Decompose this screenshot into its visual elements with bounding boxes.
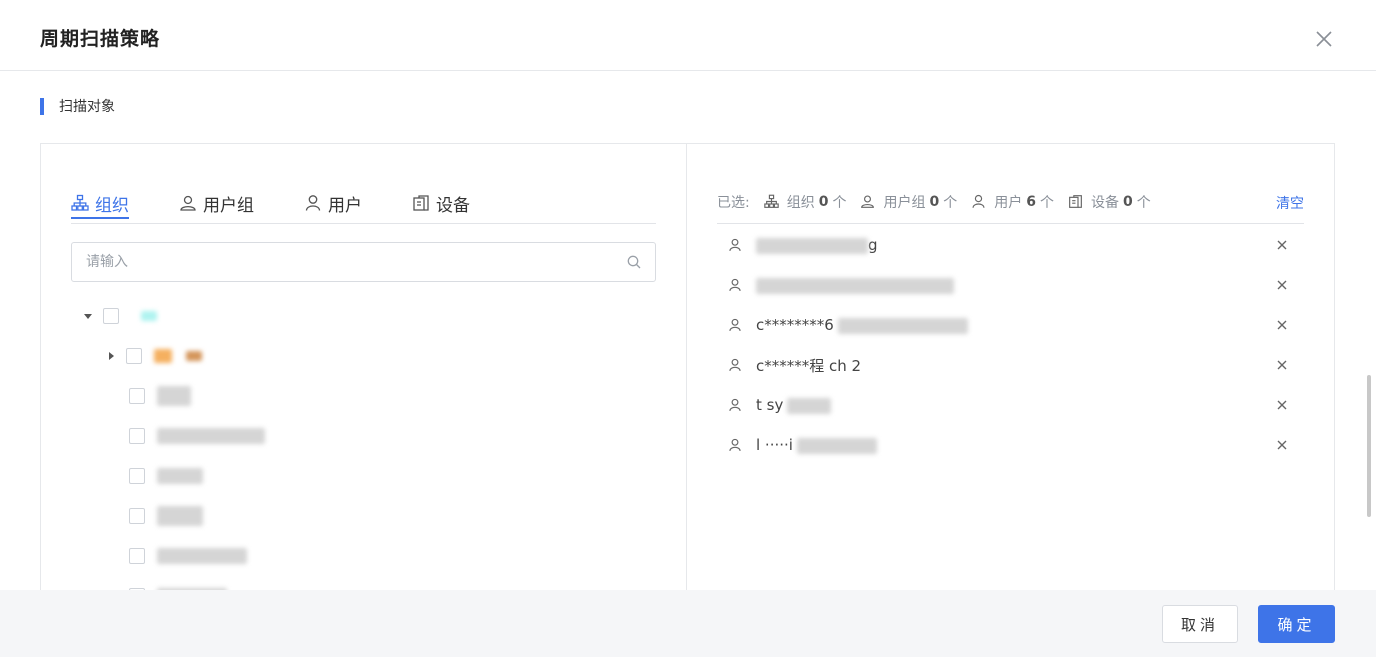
tree-node-label	[141, 311, 157, 321]
caret-down-icon[interactable]	[83, 311, 93, 321]
user-icon	[729, 318, 741, 331]
user-icon	[729, 398, 741, 411]
tab-device[interactable]: 设备	[412, 188, 470, 218]
tree-node-label	[157, 386, 191, 406]
dialog-header: 周期扫描策略	[0, 0, 1376, 71]
summary-group-count: 0	[929, 193, 940, 210]
summary-user-label: 用户	[994, 194, 1023, 211]
selected-user-item: t sy	[728, 393, 1288, 417]
selected-pane: 已选: 组织 0 个 用户组 0 个 用户 6 个 设备 0 个 清空 g c*…	[688, 144, 1334, 602]
tree-node-root	[83, 306, 157, 326]
selected-user-item: g	[728, 233, 1288, 257]
user-icon	[305, 195, 321, 211]
user-icon	[729, 238, 741, 251]
confirm-button[interactable]: 确定	[1258, 605, 1335, 643]
tree-node	[129, 546, 247, 566]
picker-pane: 组织 用户组 用户 设备	[41, 144, 687, 602]
tree-node	[129, 426, 265, 446]
active-tab-indicator	[71, 217, 129, 219]
search-box	[71, 242, 656, 282]
dialog-footer: 取消 确定	[0, 590, 1376, 657]
user-group-icon	[861, 195, 875, 208]
tree-node	[129, 506, 203, 526]
summary-unit: 个	[1136, 194, 1151, 211]
remove-icon[interactable]	[1275, 358, 1289, 372]
close-icon[interactable]	[1313, 28, 1335, 50]
selected-user-item: c******程 ch 2	[728, 353, 1288, 377]
tab-user-label: 用户	[328, 195, 362, 216]
cancel-button[interactable]: 取消	[1162, 605, 1238, 643]
tree-node-label	[157, 548, 247, 564]
tree-node-label	[157, 506, 203, 526]
selected-user-name: g	[756, 236, 878, 254]
remove-icon[interactable]	[1275, 318, 1289, 332]
remove-icon[interactable]	[1275, 438, 1289, 452]
dialog-title: 周期扫描策略	[40, 28, 161, 50]
tree-checkbox[interactable]	[129, 548, 145, 564]
device-icon	[413, 195, 429, 211]
remove-icon[interactable]	[1275, 238, 1289, 252]
selected-user-name: l ·····i	[756, 436, 877, 454]
tree-node	[129, 466, 203, 486]
tree-node-label	[157, 428, 265, 444]
tree-checkbox[interactable]	[129, 388, 145, 404]
tree-node-label	[154, 349, 172, 363]
selected-user-item: c********6	[728, 313, 1288, 337]
tab-user-group[interactable]: 用户组	[179, 188, 254, 218]
tab-user[interactable]: 用户	[304, 188, 362, 218]
user-icon	[729, 358, 741, 371]
selected-user-item: l ·····i	[728, 433, 1288, 457]
summary-user-count: 6	[1026, 193, 1036, 210]
user-icon	[729, 438, 741, 451]
caret-right-icon[interactable]	[106, 351, 116, 361]
clear-button[interactable]: 清空	[1276, 193, 1304, 213]
selected-user-name: c******程 ch 2	[756, 356, 862, 375]
tree-checkbox[interactable]	[126, 348, 142, 364]
summary-unit: 个	[943, 194, 958, 211]
search-icon[interactable]	[627, 255, 641, 269]
user-icon	[729, 278, 741, 291]
summary-device-label: 设备	[1090, 194, 1119, 211]
tree-node	[106, 346, 202, 366]
scan-target-panel: 组织 用户组 用户 设备 请输入 已选: 组织 0 个 用户组 0 个 用户 6…	[40, 143, 1335, 603]
section-title: 扫描对象	[59, 99, 115, 115]
user-group-icon	[180, 195, 196, 211]
device-icon	[1069, 195, 1082, 208]
tree-node	[129, 386, 191, 406]
summary-org-count: 0	[818, 193, 829, 210]
scrollbar-thumb[interactable]	[1367, 375, 1371, 517]
remove-icon[interactable]	[1275, 278, 1289, 292]
user-icon	[972, 194, 985, 208]
summary-unit: 个	[832, 194, 847, 211]
scan-policy-dialog: 周期扫描策略 扫描对象 组织 用户组 用户 设备 请输入 已选: 组织 0 个 …	[0, 0, 1376, 657]
section-accent-bar	[40, 97, 44, 115]
selected-user-name: c********6	[756, 316, 968, 334]
tree-checkbox[interactable]	[103, 308, 119, 324]
summary-device-count: 0	[1122, 193, 1133, 210]
tab-device-label: 设备	[436, 195, 470, 216]
tab-org-label: 组织	[95, 195, 129, 216]
section-header: 扫描对象	[40, 97, 115, 115]
tab-org[interactable]: 组织	[71, 188, 129, 219]
selected-user-item	[728, 273, 1288, 297]
remove-icon[interactable]	[1275, 398, 1289, 412]
picker-tabs: 组织 用户组 用户 设备	[71, 180, 656, 224]
tree-node-label	[157, 468, 203, 484]
org-tree-icon	[763, 194, 779, 208]
tab-user-group-label: 用户组	[203, 195, 254, 216]
summary-group-label: 用户组	[883, 194, 926, 211]
org-tree-icon	[71, 194, 89, 211]
tree-checkbox[interactable]	[129, 468, 145, 484]
selected-summary: 已选: 组织 0 个 用户组 0 个 用户 6 个 设备 0 个 清空	[717, 180, 1304, 224]
search-input[interactable]	[86, 252, 606, 272]
selected-user-name	[756, 276, 954, 294]
tree-checkbox[interactable]	[129, 508, 145, 524]
selected-prefix: 已选:	[717, 194, 750, 211]
summary-unit: 个	[1039, 194, 1054, 211]
selected-user-name: t sy	[756, 396, 832, 414]
tree-checkbox[interactable]	[129, 428, 145, 444]
summary-org-label: 组织	[786, 194, 815, 211]
tree-node-label	[186, 351, 202, 361]
